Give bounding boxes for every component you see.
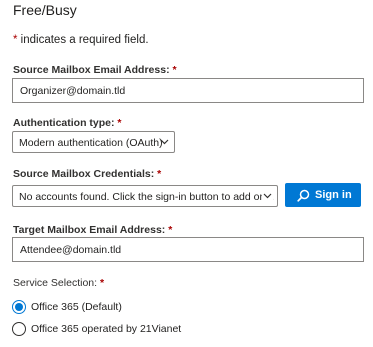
- source-mailbox-label-text: Source Mailbox Email Address:: [13, 64, 170, 76]
- required-field-note: * indicates a required field.: [13, 32, 149, 48]
- page-title: Free/Busy: [13, 2, 77, 18]
- radio-dot: [15, 303, 23, 311]
- required-star: *: [172, 64, 177, 76]
- auth-type-label: Authentication type: *: [13, 116, 122, 130]
- sign-in-button-label: Sign in: [315, 189, 352, 201]
- sign-in-button[interactable]: Sign in: [285, 183, 361, 207]
- auth-type-select[interactable]: Modern authentication (OAuth): [12, 131, 175, 153]
- source-mailbox-input[interactable]: Organizer@domain.tld: [12, 78, 364, 103]
- credentials-select[interactable]: No accounts found. Click the sign-in but…: [12, 185, 278, 207]
- target-mailbox-label: Target Mailbox Email Address: *: [13, 223, 172, 237]
- service-selection-label-text: Service Selection:: [13, 277, 98, 289]
- required-star: *: [99, 277, 105, 289]
- required-star: *: [157, 168, 162, 180]
- chevron-down-icon: [262, 190, 273, 201]
- service-selection-label: Service Selection: *: [13, 276, 104, 290]
- service-option-label: Office 365 (Default): [31, 301, 122, 313]
- source-mailbox-label: Source Mailbox Email Address: *: [13, 63, 177, 77]
- service-option-label: Office 365 operated by 21Vianet: [31, 323, 182, 335]
- auth-type-label-text: Authentication type:: [13, 117, 115, 129]
- required-star: *: [117, 117, 122, 129]
- chevron-down-icon: [160, 139, 169, 145]
- radio-button-unchecked[interactable]: [12, 322, 26, 336]
- credentials-selected-value: No accounts found. Click the sign-in but…: [19, 191, 275, 203]
- credentials-label-text: Source Mailbox Credentials:: [13, 168, 155, 180]
- search-icon: [297, 189, 310, 202]
- target-mailbox-label-text: Target Mailbox Email Address:: [13, 224, 166, 236]
- auth-type-selected-value: Modern authentication (OAuth): [19, 137, 163, 149]
- required-note-text: indicates a required field.: [17, 34, 149, 46]
- target-mailbox-input[interactable]: Attendee@domain.tld: [12, 237, 364, 262]
- radio-button-checked[interactable]: [12, 300, 26, 314]
- required-star: *: [168, 224, 173, 236]
- credentials-label: Source Mailbox Credentials: *: [13, 167, 161, 181]
